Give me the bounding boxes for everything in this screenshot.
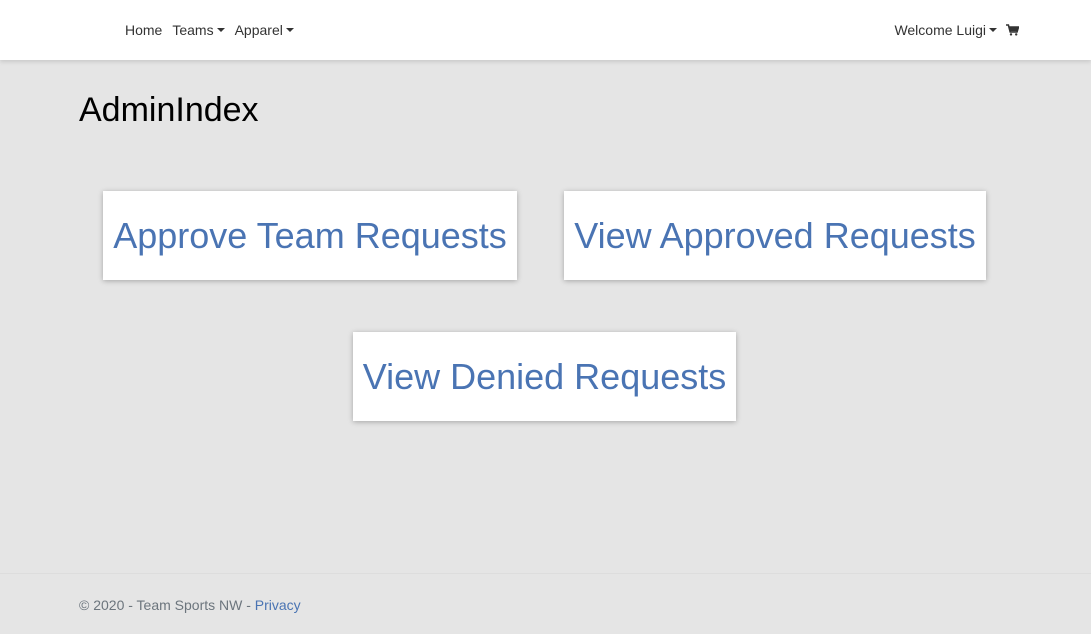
- view-approved-requests-link[interactable]: View Approved Requests: [574, 215, 976, 257]
- nav-item-home[interactable]: Home: [125, 22, 162, 38]
- approve-team-requests-link[interactable]: Approve Team Requests: [113, 215, 507, 257]
- nav-right-menu: Welcome Luigi: [894, 0, 1019, 60]
- shopping-cart-icon[interactable]: [1006, 24, 1019, 36]
- nav-left-menu: Home Teams Apparel: [125, 0, 304, 60]
- nav-item-teams[interactable]: Teams: [172, 22, 225, 38]
- copyright-text: © 2020 - Team Sports NW -: [79, 597, 255, 613]
- footer-text: © 2020 - Team Sports NW - Privacy: [79, 597, 301, 613]
- welcome-label: Welcome Luigi: [894, 22, 986, 38]
- caret-down-icon: [216, 28, 225, 32]
- nav-item-apparel[interactable]: Apparel: [235, 22, 294, 38]
- user-menu-dropdown[interactable]: Welcome Luigi: [894, 22, 997, 38]
- nav-item-label: Home: [125, 22, 163, 38]
- top-navbar: Home Teams Apparel Welcome Luigi: [0, 0, 1091, 60]
- privacy-link[interactable]: Privacy: [255, 597, 301, 613]
- footer: © 2020 - Team Sports NW - Privacy: [0, 573, 1091, 634]
- view-denied-requests-link[interactable]: View Denied Requests: [363, 356, 727, 398]
- page-title: AdminIndex: [79, 91, 259, 129]
- nav-item-label: Apparel: [234, 22, 283, 38]
- view-approved-requests-card[interactable]: View Approved Requests: [564, 191, 986, 280]
- view-denied-requests-card[interactable]: View Denied Requests: [353, 332, 736, 421]
- nav-item-label: Teams: [172, 22, 214, 38]
- caret-down-icon: [285, 28, 294, 32]
- caret-down-icon: [989, 28, 997, 32]
- approve-team-requests-card[interactable]: Approve Team Requests: [103, 191, 517, 280]
